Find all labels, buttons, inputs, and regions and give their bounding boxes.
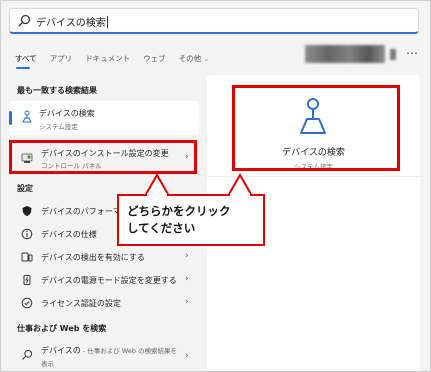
best-match-subtitle: システム設定 <box>39 123 78 131</box>
settings-item-power[interactable]: デバイスの電源モード設定を変更する › <box>9 269 199 291</box>
selection-indicator <box>9 111 12 125</box>
highlight-box-right <box>232 85 400 171</box>
settings-item-activation[interactable]: ライセンス認証の設定 › <box>9 292 199 314</box>
web-note-line2: 表示 <box>41 360 54 368</box>
account-avatar-blurred <box>390 49 396 60</box>
tab-web[interactable]: ウェブ <box>143 53 166 64</box>
callout-line-1: どちらかをクリック <box>127 204 231 218</box>
settings-item-label: ライセンス認証の設定 <box>41 299 121 308</box>
check-circle-icon <box>21 297 33 309</box>
chevron-right-icon: › <box>185 251 189 261</box>
web-search-item[interactable]: デバイスの - 仕事および Web の検索結果を 表示 › <box>9 341 199 371</box>
info-icon <box>21 228 33 240</box>
tab-documents[interactable]: ドキュメント <box>85 53 130 64</box>
highlight-box-left <box>9 140 197 174</box>
best-match-heading: 最も一致する検索結果 <box>17 86 97 95</box>
best-match-title: デバイスの検索 <box>39 109 95 118</box>
more-options-icon[interactable]: ⋯ <box>406 46 418 60</box>
find-device-icon <box>22 110 32 123</box>
start-search-window: デバイスの検索 すべて アプリ ドキュメント ウェブ その他 ⌄ ⋯ 最も一致する… <box>0 0 431 372</box>
best-match-item[interactable]: デバイスの検索 システム設定 <box>9 101 199 135</box>
instruction-callout: どちらかをクリック してください <box>117 194 265 246</box>
callout-tail-join-right <box>230 193 250 197</box>
settings-item-label: デバイスの電源モード設定を変更する <box>41 276 177 285</box>
web-search-heading: 仕事および Web を検索 <box>17 324 107 333</box>
tab-more[interactable]: その他 ⌄ <box>179 53 209 64</box>
tab-apps[interactable]: アプリ <box>50 53 73 64</box>
search-input[interactable]: デバイスの検索 <box>36 14 108 29</box>
search-box[interactable]: デバイスの検索 <box>9 8 419 34</box>
device-icon <box>21 252 33 262</box>
settings-item-label: デバイスの仕様 <box>41 230 97 239</box>
power-icon <box>23 275 31 285</box>
chevron-right-icon: › <box>185 297 189 307</box>
filter-tabs: すべて アプリ ドキュメント ウェブ その他 ⌄ <box>15 50 222 69</box>
web-query: デバイスの - 仕事および Web の検索結果を <box>41 346 178 355</box>
chevron-right-icon: › <box>185 274 189 284</box>
shield-icon <box>22 206 32 216</box>
chevron-right-icon: › <box>185 351 189 361</box>
settings-item-discovery[interactable]: デバイスの検出を有効にする › <box>9 246 199 268</box>
tab-all[interactable]: すべて <box>15 53 37 69</box>
search-icon <box>18 14 31 27</box>
callout-line-2: してください <box>127 221 196 235</box>
settings-heading: 設定 <box>17 184 33 193</box>
account-info-blurred <box>305 45 385 63</box>
chevron-down-icon: ⌄ <box>203 54 210 63</box>
search-icon <box>22 349 33 360</box>
settings-item-label: デバイスの検出を有効にする <box>41 253 145 262</box>
callout-tail-join-left <box>147 193 167 197</box>
